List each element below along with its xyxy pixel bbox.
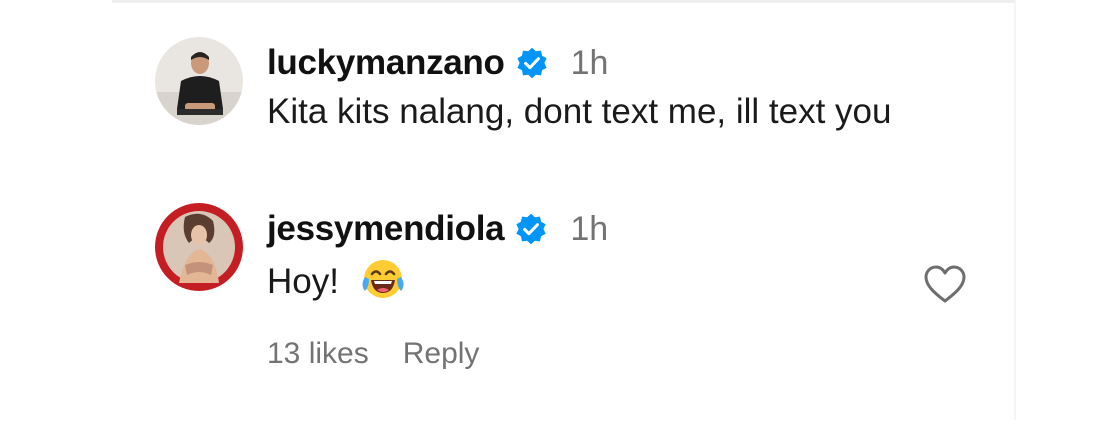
verified-badge-icon: [515, 46, 549, 80]
divider: [1014, 0, 1016, 420]
comment-header: luckymanzano 1h: [267, 37, 967, 89]
comment-text-row: Hoy!: [267, 255, 967, 305]
comment-header: jessymendiola 1h: [267, 203, 967, 255]
reply-button[interactable]: Reply: [403, 337, 480, 371]
username[interactable]: luckymanzano: [267, 43, 505, 83]
like-heart-icon[interactable]: [923, 264, 967, 304]
username[interactable]: jessymendiola: [267, 209, 505, 249]
comment-body: jessymendiola 1h Hoy!: [267, 203, 967, 305]
laughing-tears-emoji-icon: [359, 255, 407, 303]
avatar[interactable]: [155, 203, 243, 291]
timestamp: 1h: [570, 209, 609, 248]
likes-count[interactable]: 13 likes: [267, 337, 369, 371]
comments-panel: luckymanzano 1h Kita kits nalang, dont t…: [0, 0, 1120, 437]
comment-text: Hoy!: [267, 262, 339, 301]
comment-actions: 13 likes Reply: [267, 337, 479, 371]
comment-text: Kita kits nalang, dont text me, ill text…: [267, 92, 892, 131]
timestamp: 1h: [570, 43, 609, 82]
verified-badge-icon: [514, 212, 548, 246]
comment-body: luckymanzano 1h Kita kits nalang, dont t…: [267, 37, 967, 135]
divider: [112, 0, 1016, 3]
avatar[interactable]: [155, 37, 243, 125]
